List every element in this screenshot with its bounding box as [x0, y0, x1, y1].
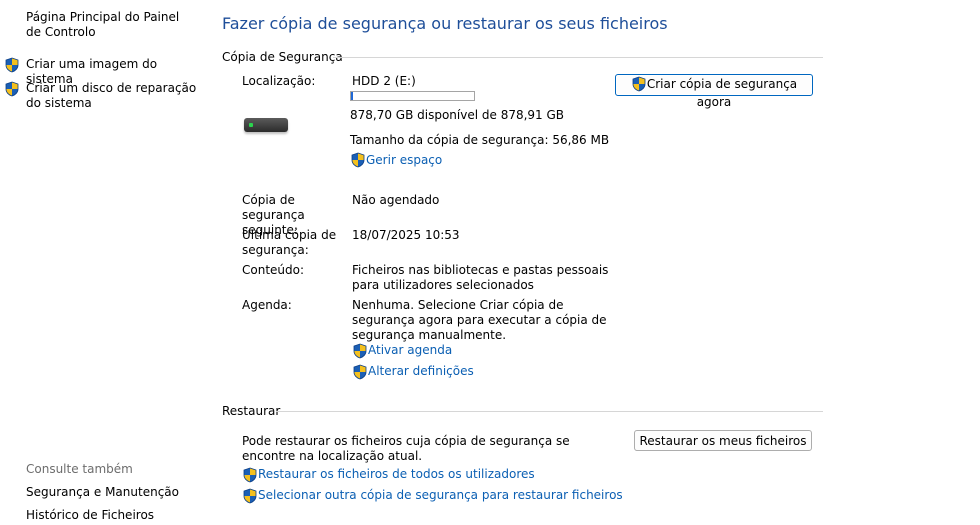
sidebar-control-panel-home[interactable]: Página Principal do Painel de Controlo [26, 10, 196, 40]
schedule-value: Nenhuma. Selecione Criar cópia de segura… [352, 298, 607, 342]
page-title: Fazer cópia de segurança ou restaurar os… [222, 14, 668, 33]
restore-all-users-link[interactable]: Restaurar os ficheiros de todos os utili… [258, 467, 535, 481]
see-also-heading: Consulte também [26, 462, 133, 476]
location-value: HDD 2 (E:) [352, 74, 416, 88]
backup-size-text: Tamanho da cópia de segurança: 56,86 MB [350, 133, 610, 147]
hard-drive-icon [244, 118, 288, 132]
contents-label: Conteúdo: [242, 263, 305, 277]
location-label: Localização: [242, 74, 316, 88]
restore-my-files-button[interactable]: Restaurar os meus ficheiros [634, 430, 812, 451]
uac-shield-icon [4, 57, 20, 73]
turn-on-schedule-link[interactable]: Ativar agenda [368, 343, 452, 357]
change-settings-link[interactable]: Alterar definições [368, 364, 474, 378]
last-backup-label: Última cópia de segurança: [242, 228, 337, 257]
last-backup-value: 18/07/2025 10:53 [352, 228, 460, 242]
contents-value: Ficheiros nas bibliotecas e pastas pesso… [352, 263, 609, 292]
uac-shield-icon [352, 364, 368, 380]
manage-space-link[interactable]: Gerir espaço [366, 153, 442, 167]
backup-section-divider [333, 57, 823, 58]
uac-shield-icon [242, 488, 258, 504]
sidebar-create-repair-disc[interactable]: Criar um disco de reparação do sistema [26, 81, 201, 111]
sidebar-security-maintenance-link[interactable]: Segurança e Manutenção [26, 485, 179, 499]
schedule-label: Agenda: [242, 298, 292, 312]
create-backup-now-label: Criar cópia de segurança agora [646, 77, 798, 109]
select-other-backup-link[interactable]: Selecionar outra cópia de segurança para… [258, 488, 623, 502]
uac-shield-icon [350, 152, 366, 168]
uac-shield-icon [632, 76, 646, 92]
uac-shield-icon [352, 343, 368, 359]
uac-shield-icon [4, 81, 20, 97]
sidebar-file-history-link[interactable]: Histórico de Ficheiros [26, 508, 154, 522]
free-space-text: 878,70 GB disponível de 878,91 GB [350, 108, 565, 122]
backup-section-heading: Cópia de Segurança [222, 50, 343, 64]
disk-usage-bar [350, 91, 475, 101]
uac-shield-icon [242, 467, 258, 483]
next-backup-value: Não agendado [352, 193, 440, 207]
restore-section-heading: Restaurar [222, 404, 281, 418]
restore-section-divider [276, 411, 823, 412]
restore-description: Pode restaurar os ficheiros cuja cópia d… [242, 434, 570, 463]
create-backup-now-button[interactable]: Criar cópia de segurança agora [615, 74, 813, 109]
